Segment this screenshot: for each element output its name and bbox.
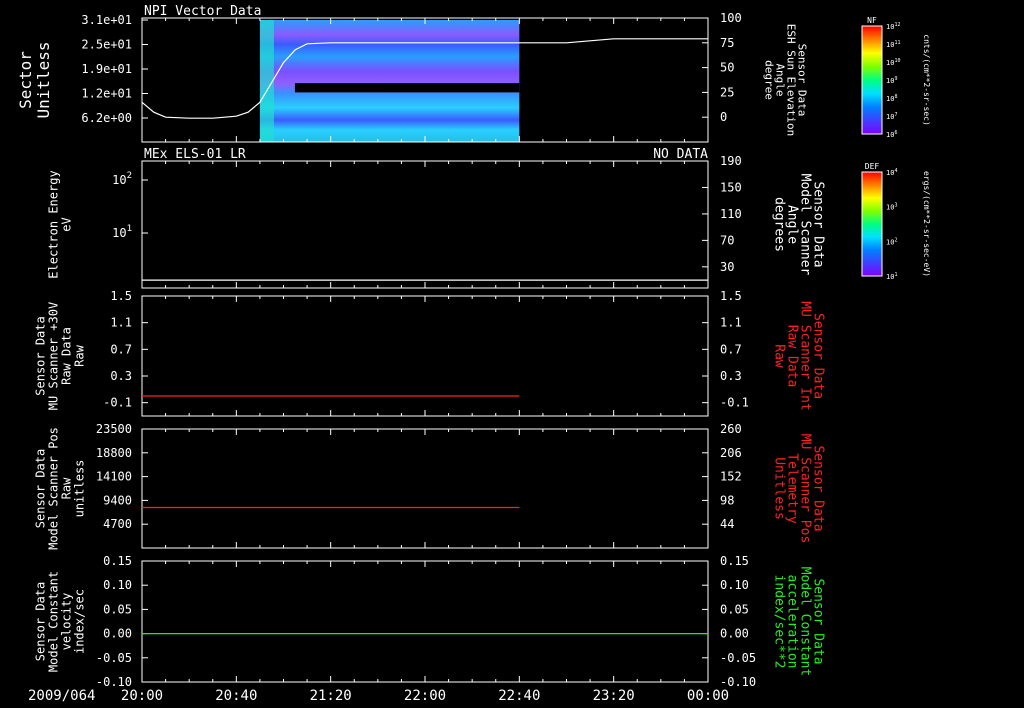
- y2-tick-label: 206: [720, 446, 742, 460]
- colorbar-units: ergs/(cm**2-sr-sec-eV): [922, 171, 931, 277]
- y-tick-label: 9400: [103, 493, 132, 507]
- y-tick-label: 18800: [96, 446, 132, 460]
- heatmap-cells: [259, 20, 520, 142]
- y-tick-label: 1.1: [110, 316, 132, 330]
- time-tick-label: 20:40: [215, 688, 257, 704]
- y2-tick-label: 1.5: [720, 289, 742, 303]
- y2-tick-label: 1.1: [720, 316, 742, 330]
- y2-tick-label: 30: [720, 260, 734, 274]
- y2-tick-label: 70: [720, 233, 734, 247]
- y2-axis-label: Sensor DataModel Constantaccelerationind…: [772, 567, 826, 677]
- panel-title: MEx ELS-01 LR: [144, 147, 246, 162]
- y2-tick-label: 0.00: [720, 627, 749, 641]
- y2-tick-label: -0.10: [720, 675, 756, 689]
- y2-tick-label: 0.3: [720, 369, 742, 383]
- chart-canvas: NPI Vector Data 3.1e+01 2.5e+01 1.9e+01 1.2e…: [0, 0, 1024, 708]
- y2-tick-label: 44: [720, 517, 734, 531]
- date-label: 2009/064: [28, 688, 95, 704]
- y2-tick-label: 100: [720, 11, 742, 25]
- y-tick-label: 0.15: [103, 554, 132, 568]
- y2-tick-label: 98: [720, 493, 734, 507]
- colorbar-label: DEF: [865, 162, 880, 171]
- panel-title: NPI Vector Data: [144, 4, 261, 19]
- y-tick-label: 0.3: [110, 369, 132, 383]
- y-tick-label: 0.00: [103, 627, 132, 641]
- y-tick-label: 14100: [96, 470, 132, 484]
- time-tick-label: 00:00: [687, 688, 729, 704]
- y2-tick-label: -0.05: [720, 651, 756, 665]
- y-tick-label: 0.7: [110, 342, 132, 356]
- heatmap-gap: [294, 83, 520, 93]
- y2-tick-label: 0: [720, 110, 727, 124]
- colorbar-label: NF: [867, 16, 877, 25]
- y-tick-label: 2.5e+01: [81, 38, 132, 52]
- y2-tick-label: 0.10: [720, 578, 749, 592]
- y2-tick-label: 152: [720, 470, 742, 484]
- y-tick-label: 1.5: [110, 289, 132, 303]
- y-tick-label: 0.10: [103, 578, 132, 592]
- heatmap-edge: [259, 20, 274, 142]
- colorbar-gradient: [861, 171, 883, 277]
- y-tick-label: 1.9e+01: [81, 62, 132, 76]
- time-tick-label: 22:40: [498, 688, 540, 704]
- y-tick-label: -0.05: [96, 651, 132, 665]
- y-tick-label: 23500: [96, 422, 132, 436]
- y-tick-label: 3.1e+01: [81, 13, 132, 27]
- time-tick-label: 21:20: [310, 688, 352, 704]
- y2-tick-label: 190: [720, 154, 742, 168]
- colorbar-gradient: [861, 25, 883, 135]
- y-tick-label: -0.10: [96, 675, 132, 689]
- y2-tick-label: 260: [720, 422, 742, 436]
- y-tick-label: -0.1: [103, 396, 132, 410]
- time-tick-label: 23:20: [593, 688, 635, 704]
- colorbar-units: cnts/(cm**2-sr-sec): [922, 34, 931, 126]
- y-tick-label: 6.2e+00: [81, 111, 132, 125]
- y2-tick-label: 0.7: [720, 342, 742, 356]
- y-tick-label: 4700: [103, 517, 132, 531]
- y2-tick-label: 75: [720, 36, 734, 50]
- y2-tick-label: 0.05: [720, 602, 749, 616]
- y2-tick-label: 25: [720, 85, 734, 99]
- time-tick-label: 20:00: [121, 688, 163, 704]
- y-tick-label: 1.2e+01: [81, 87, 132, 101]
- y2-tick-label: 50: [720, 61, 734, 75]
- y2-tick-label: 150: [720, 180, 742, 194]
- heatmap-spectrogram: [259, 20, 520, 142]
- y2-tick-label: 0.15: [720, 554, 749, 568]
- y-tick-label: 0.05: [103, 602, 132, 616]
- panel-status: NO DATA: [653, 147, 708, 162]
- time-tick-label: 22:00: [404, 688, 446, 704]
- y2-tick-label: -0.1: [720, 396, 749, 410]
- y-axis-label: SectorUnitless: [16, 41, 53, 118]
- y2-tick-label: 110: [720, 207, 742, 221]
